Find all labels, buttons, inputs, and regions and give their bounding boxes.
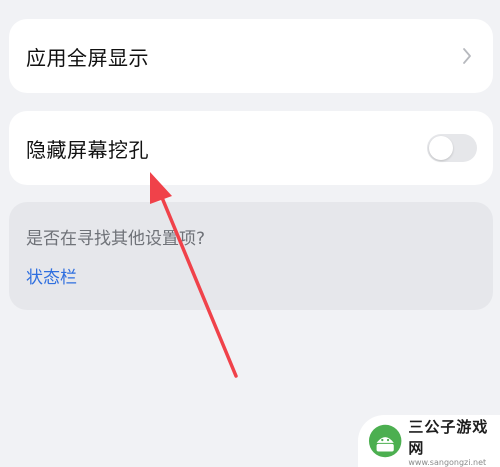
watermark: 三公子游戏网 www.sangongzi.net bbox=[358, 415, 500, 467]
watermark-url: www.sangongzi.net bbox=[408, 457, 487, 467]
annotation-arrow bbox=[150, 172, 238, 378]
watermark-title: 三公子游戏网 bbox=[408, 417, 489, 457]
android-logo-icon bbox=[368, 424, 402, 458]
